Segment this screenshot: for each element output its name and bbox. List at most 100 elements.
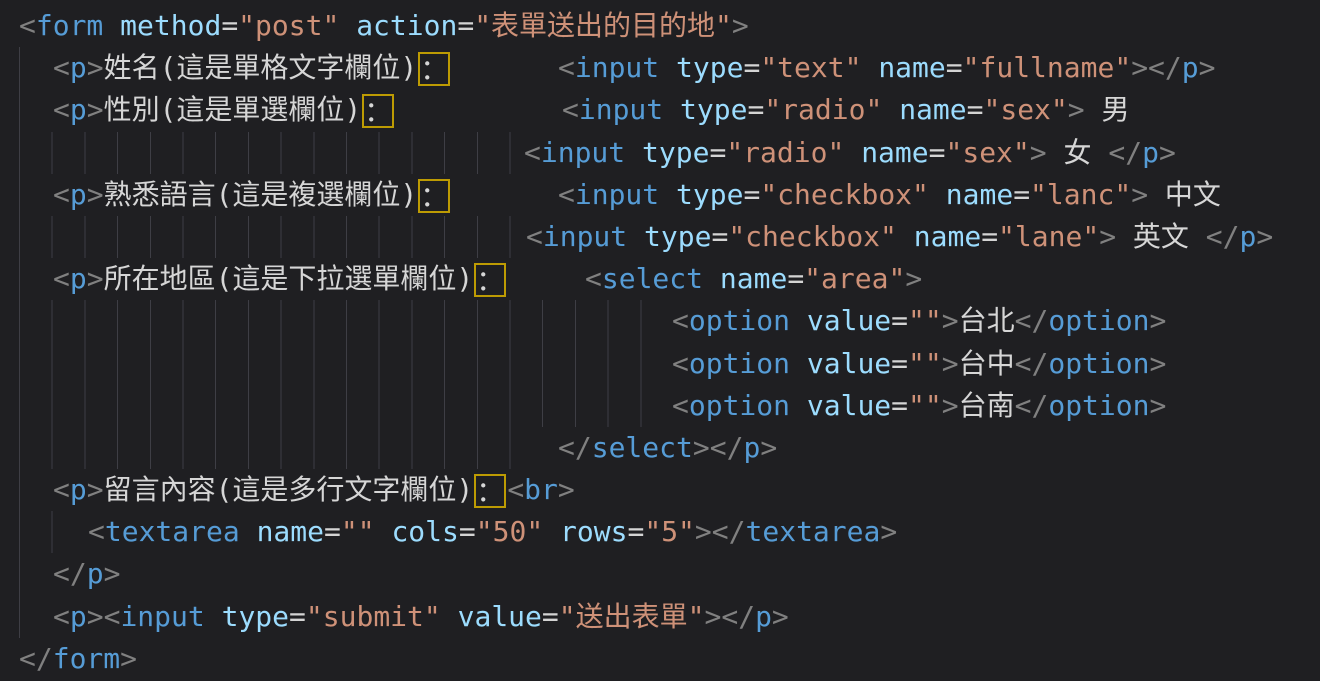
token-p: > [1199, 51, 1216, 84]
code-line[interactable]: <option value="">台中</option> [0, 343, 1320, 385]
token-p: < [53, 473, 70, 506]
code-line[interactable]: <p>姓名(這是單格文字欄位)：<input type="text" name=… [0, 47, 1320, 89]
token-p: < [19, 9, 36, 42]
code-segment: <input type="text" name="fullname"></p> [558, 47, 1216, 89]
token-a: name [914, 220, 981, 253]
token-p: > [1030, 136, 1047, 169]
code-line[interactable]: <p><input type="submit" value="送出表單"></p… [0, 596, 1320, 638]
token-x [790, 304, 807, 337]
token-p: > [760, 431, 777, 464]
token-x [240, 515, 257, 548]
token-x [790, 347, 807, 380]
token-t: input [541, 136, 625, 169]
code-line[interactable]: <option value="">台北</option> [0, 300, 1320, 342]
token-o: = [457, 9, 474, 42]
token-o: = [289, 600, 306, 633]
token-t: p [1182, 51, 1199, 84]
token-t: textarea [746, 515, 881, 548]
token-s: "radio" [764, 93, 882, 126]
token-o: = [747, 93, 764, 126]
token-t: option [1048, 347, 1149, 380]
token-p: > [87, 93, 104, 126]
indent-guides [19, 511, 54, 553]
code-line[interactable]: </form> [0, 638, 1320, 680]
token-p: > [1150, 347, 1167, 380]
token-p: </ [1206, 220, 1240, 253]
code-line[interactable]: <p>留言內容(這是多行文字欄位)：<br> [0, 469, 1320, 511]
code-line[interactable]: <input type="radio" name="sex"> 女 </p> [0, 132, 1320, 174]
token-p: </ [53, 557, 87, 590]
code-line[interactable]: <form method="post" action="表單送出的目的地"> [0, 5, 1320, 47]
token-p: ></ [1131, 51, 1182, 84]
token-t: input [543, 220, 627, 253]
code-segment: <input type="checkbox" name="lane"> 英文 <… [526, 216, 1273, 258]
token-p: < [562, 93, 579, 126]
token-x: 所在地區(這是下拉選單欄位) [104, 262, 474, 295]
token-x: 台南 [959, 389, 1015, 422]
token-s: "radio" [726, 136, 844, 169]
token-a: type [676, 178, 743, 211]
token-p: < [53, 51, 70, 84]
token-s: "post" [238, 9, 339, 42]
indent-guides [19, 300, 642, 342]
token-p: < [88, 515, 105, 548]
token-p: > [87, 262, 104, 295]
token-x [659, 51, 676, 84]
token-p: > [1131, 178, 1148, 211]
code-line[interactable]: <p>所在地區(這是下拉選單欄位)：<select name="area"> [0, 258, 1320, 300]
token-s: "checkbox" [728, 220, 897, 253]
indent-guides [19, 385, 642, 427]
token-t: form [36, 9, 103, 42]
code-line[interactable]: </select></p> [0, 427, 1320, 469]
token-p: > [87, 178, 104, 211]
token-p: > [558, 473, 575, 506]
code-line[interactable]: </p> [0, 553, 1320, 595]
code-segment: <input type="radio" name="sex"> 男 [562, 89, 1130, 131]
code-line[interactable]: <p>熟悉語言(這是複選欄位)：<input type="checkbox" n… [0, 174, 1320, 216]
token-x: 留言內容(這是多行文字欄位) [104, 473, 474, 506]
indent-guides [19, 47, 21, 89]
token-p: > [87, 51, 104, 84]
token-x [339, 9, 356, 42]
code-line[interactable]: <p>性別(這是單選欄位)：<input type="radio" name="… [0, 89, 1320, 131]
indent-guides [19, 553, 21, 595]
code-editor[interactable]: <form method="post" action="表單送出的目的地"><p… [0, 0, 1320, 681]
token-t: select [602, 262, 703, 295]
code-line[interactable]: <option value="">台南</option> [0, 385, 1320, 427]
code-line[interactable]: <input type="checkbox" name="lane"> 英文 <… [0, 216, 1320, 258]
token-a: name [946, 178, 1013, 211]
token-a: type [676, 51, 743, 84]
token-s: "50" [476, 515, 543, 548]
token-x: 台中 [959, 347, 1015, 380]
token-a: type [222, 600, 289, 633]
code-segment: </form> [19, 638, 137, 680]
token-s: "送出表單" [559, 600, 705, 633]
token-a: value [807, 389, 891, 422]
indent-guides [19, 258, 21, 300]
token-p: < [672, 304, 689, 337]
token-o: = [1013, 178, 1030, 211]
token-t: option [1048, 389, 1149, 422]
token-t: option [689, 304, 790, 337]
token-a: name [899, 93, 966, 126]
token-x [543, 515, 560, 548]
token-p: > [1150, 389, 1167, 422]
token-t: p [70, 178, 87, 211]
token-x [375, 515, 392, 548]
indent-guides [19, 174, 21, 216]
token-p: </ [1015, 389, 1049, 422]
code-segment: <form method="post" action="表單送出的目的地"> [19, 5, 749, 47]
token-p: < [558, 51, 575, 84]
token-a: type [680, 93, 747, 126]
token-a: name [878, 51, 945, 84]
code-segment: <option value="">台北</option> [672, 300, 1166, 342]
code-line[interactable]: <textarea name="" cols="50" rows="5"></t… [0, 511, 1320, 553]
token-x [625, 136, 642, 169]
code-segment: <p>留言內容(這是多行文字欄位)：<br> [53, 469, 575, 511]
code-segment: <p>姓名(這是單格文字欄位)： [53, 47, 451, 89]
token-s: "checkbox" [760, 178, 929, 211]
token-p: > [732, 9, 749, 42]
token-o: = [743, 178, 760, 211]
token-x [205, 600, 222, 633]
code-segment: <textarea name="" cols="50" rows="5"></t… [88, 511, 897, 553]
